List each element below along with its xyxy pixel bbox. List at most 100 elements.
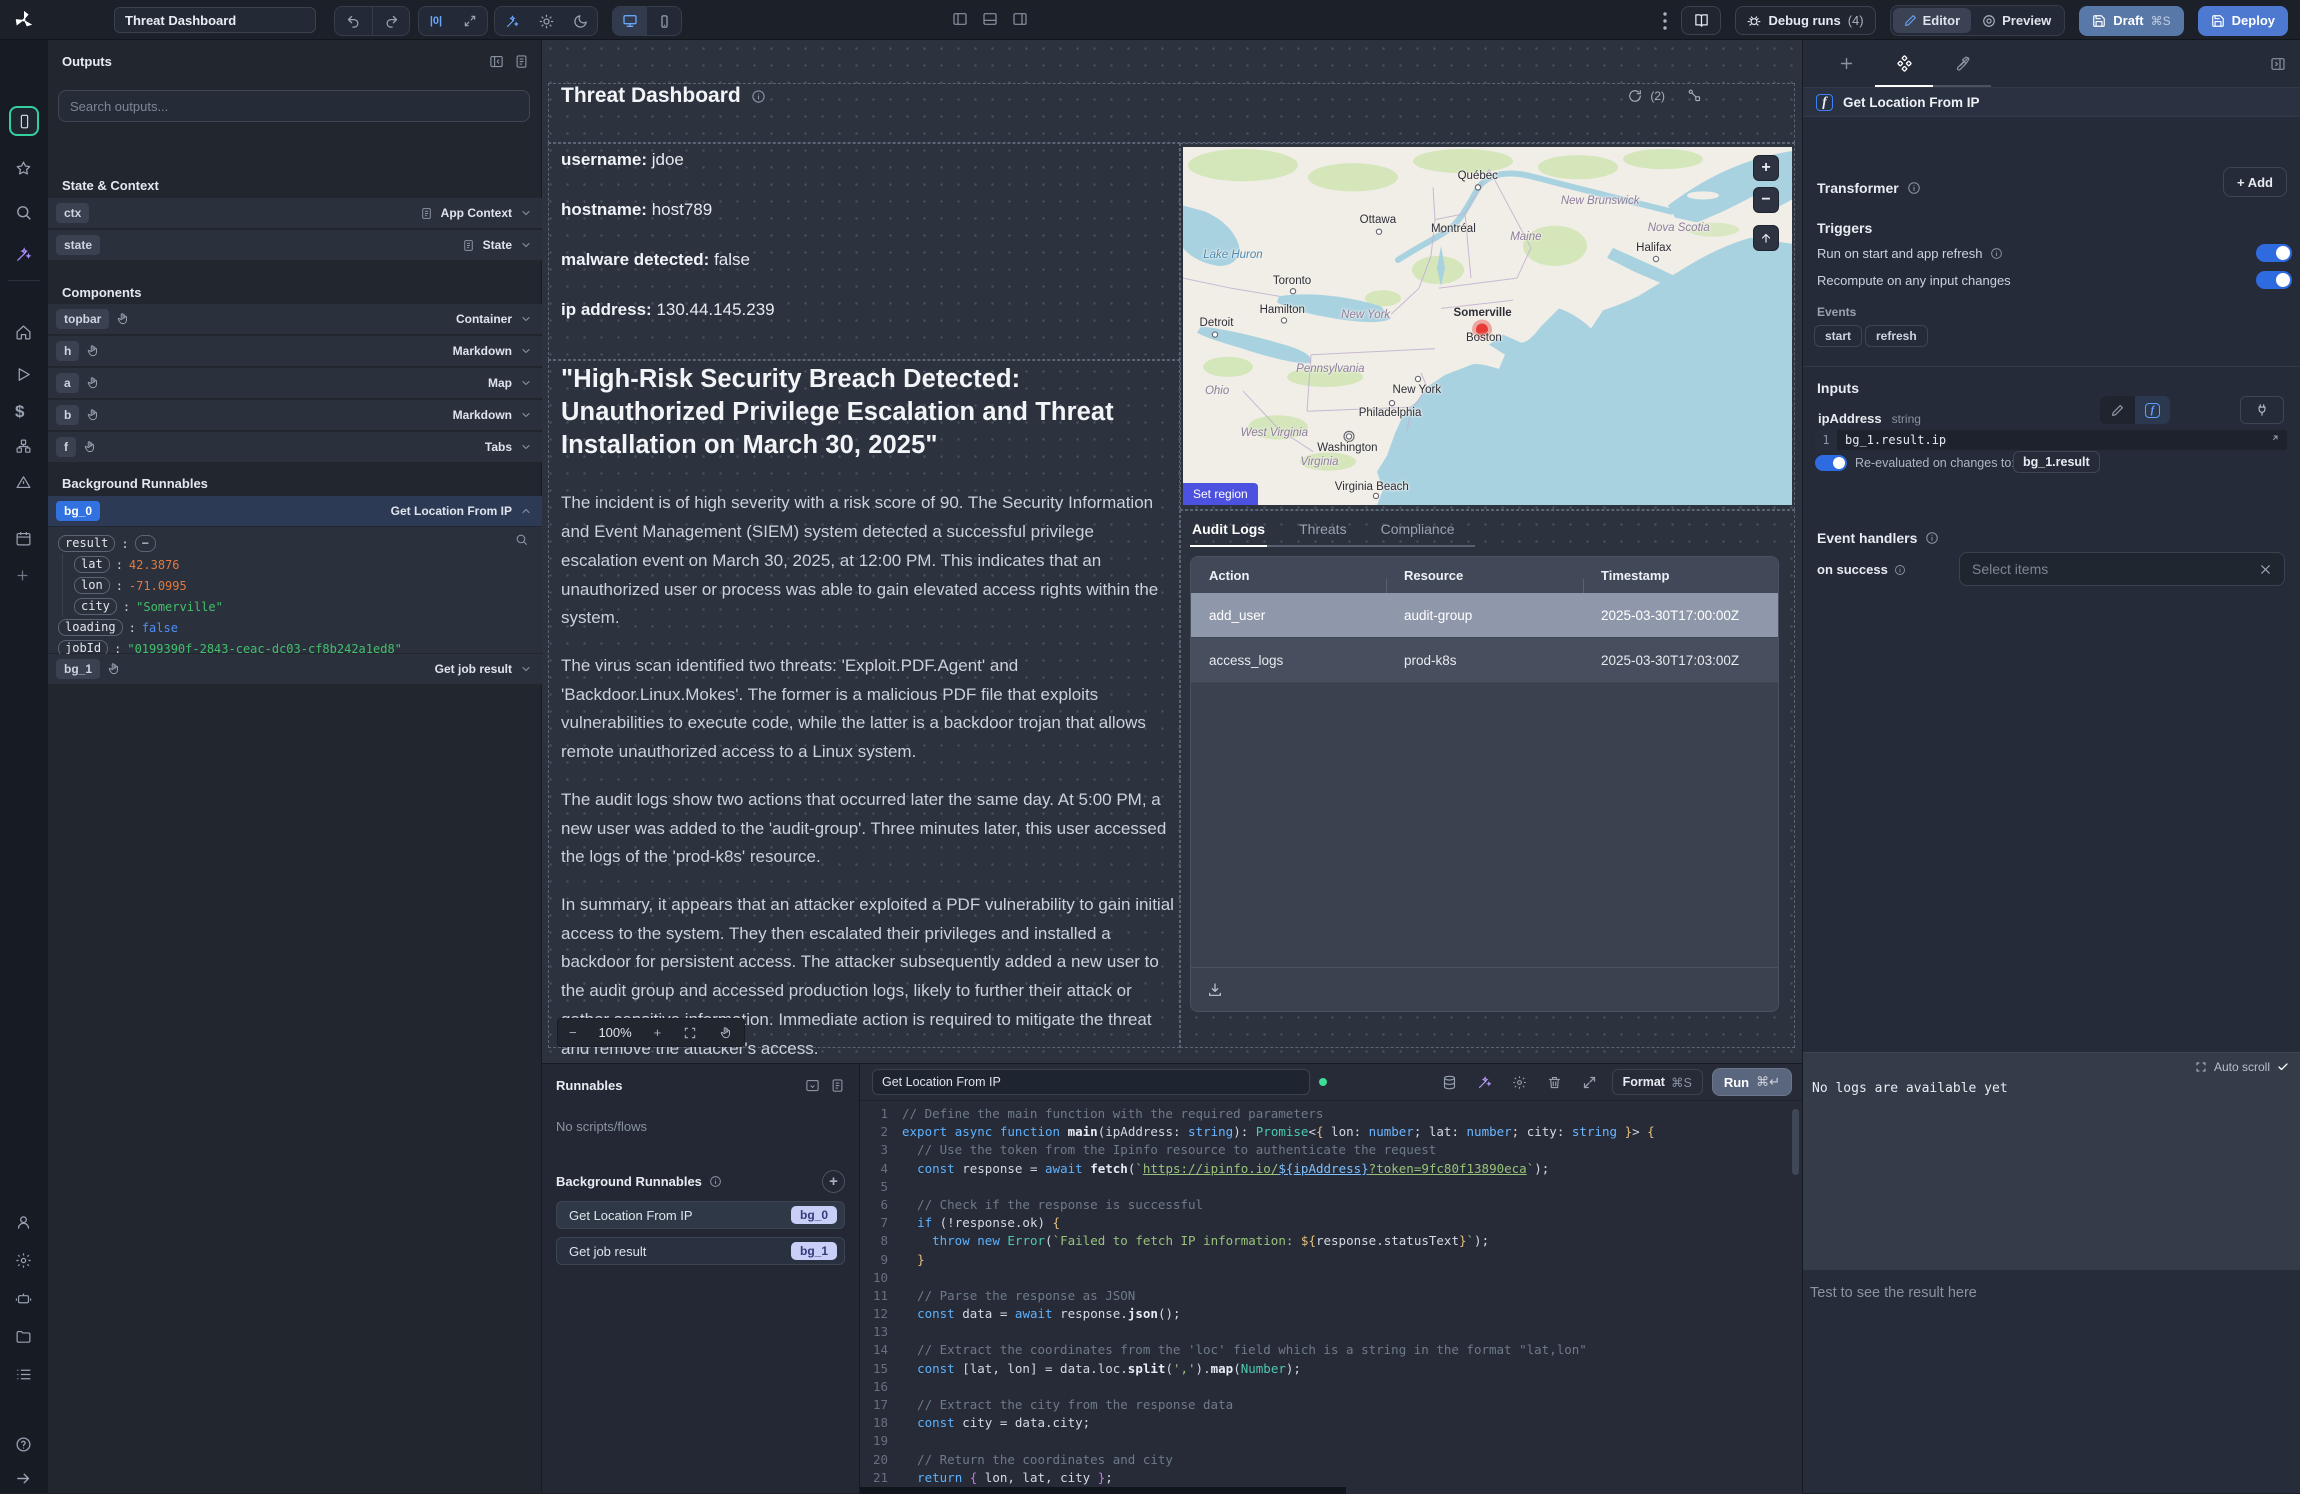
zoom-out-button[interactable]: − [569,1025,577,1040]
help-icon[interactable] [15,1436,32,1453]
output-row-state[interactable]: state State [48,230,542,261]
eval-function-icon[interactable]: f [2135,396,2170,424]
add-transformer-button[interactable]: + Add [2223,167,2287,197]
editor-scrollbar[interactable] [1792,1109,1799,1175]
tab-styling-brush-icon[interactable] [1933,40,1991,87]
map-locate-button[interactable] [1753,225,1779,251]
autoscroll-check-icon[interactable] [2277,1061,2289,1073]
format-button[interactable]: Format⌘S [1612,1069,1703,1095]
info-icon[interactable] [1925,531,1939,545]
runs-nav-icon[interactable] [15,366,32,383]
run-on-start-toggle[interactable] [2256,244,2292,262]
chevron-down-icon[interactable] [520,207,532,219]
download-icon[interactable] [1207,982,1223,998]
toggle-bottom-panel-icon[interactable] [982,11,998,27]
add-background-runnable-button[interactable]: + [822,1170,845,1193]
chevron-down-icon[interactable] [520,239,532,251]
json-key-loading[interactable]: loading [58,619,123,636]
auto-theme-icon[interactable] [495,7,529,35]
info-icon[interactable] [751,89,766,104]
chevron-down-icon[interactable] [520,313,532,325]
windmill-logo-icon[interactable] [13,9,35,31]
pan-hand-icon[interactable] [719,1026,733,1040]
ai-assistant-icon[interactable] [15,1290,32,1307]
expand-logs-icon[interactable] [2195,1061,2207,1073]
table-row[interactable]: access_logs prod-k8s 2025-03-30T17:03:00… [1191,638,1778,683]
component-row-h[interactable]: h Markdown [48,336,542,367]
runnable-name-input[interactable] [872,1069,1310,1095]
search-outputs-input[interactable] [58,90,530,122]
collapse-right-panel-icon[interactable] [2270,56,2286,72]
input-expression-editor[interactable]: 1 bg_1.result.ip [1815,430,2287,450]
more-menu-icon[interactable] [1663,12,1667,30]
schedules-nav-icon[interactable] [15,530,32,547]
json-search-icon[interactable] [515,533,528,546]
desktop-view-icon[interactable] [613,7,647,35]
chevron-down-icon[interactable] [520,345,532,357]
favorites-icon[interactable] [15,160,32,177]
expand-editor-icon[interactable] [1577,1075,1603,1090]
reeval-badge[interactable]: bg_1.result [2013,451,2100,473]
component-row-a[interactable]: a Map [48,368,542,399]
connections-icon[interactable] [1687,88,1702,103]
undo-button[interactable] [335,7,372,35]
expand-canvas-icon[interactable] [453,7,487,35]
json-key-lat[interactable]: lat [74,556,110,573]
delete-trash-icon[interactable] [1542,1075,1568,1090]
search-icon[interactable] [15,204,32,221]
set-region-button[interactable]: Set region [1183,483,1258,505]
redo-button[interactable] [372,7,409,35]
fit-view-icon[interactable] [683,1026,697,1040]
deploy-button[interactable]: Deploy [2198,6,2288,36]
settings-gear-icon[interactable] [15,1252,32,1269]
static-pencil-icon[interactable] [2100,396,2135,424]
light-theme-icon[interactable] [529,7,563,35]
runnable-item-bg1[interactable]: Get job result bg_1 [556,1237,845,1265]
chevron-down-icon[interactable] [520,663,532,675]
cache-database-icon[interactable] [1437,1075,1463,1090]
expression-value[interactable]: bg_1.result.ip [1837,433,1946,447]
event-badge-refresh[interactable]: refresh [1865,325,1928,347]
tab-component-settings-icon[interactable] [1875,40,1933,87]
tab-insert-plus-icon[interactable] [1817,40,1875,87]
clear-select-icon[interactable] [2259,563,2272,576]
chevron-down-icon[interactable] [520,377,532,389]
json-key-city[interactable]: city [74,598,117,615]
settings-gear-icon[interactable] [1507,1075,1533,1090]
variables-nav-icon[interactable]: $ [15,402,24,422]
info-icon[interactable] [1990,247,2003,260]
mobile-view-icon[interactable] [647,7,681,35]
component-row-b[interactable]: b Markdown [48,400,542,431]
draft-button[interactable]: Draft⌘S [2079,6,2183,36]
app-title-input[interactable]: Threat Dashboard [114,7,316,33]
apps-nav-icon[interactable] [9,106,39,136]
info-icon[interactable] [709,1175,722,1188]
bg0-output-row[interactable]: bg_0 Get Location From IP [48,496,542,527]
alerts-nav-icon[interactable] [15,474,32,491]
component-row-f[interactable]: f Tabs [48,432,542,463]
on-success-select[interactable]: Select items [1959,552,2285,586]
code-editor[interactable]: 1// Define the main function with the re… [860,1105,1790,1494]
output-row-ctx[interactable]: ctx App Context [48,198,542,229]
ai-wand-icon[interactable] [15,246,32,263]
collapse-rail-icon[interactable] [15,1470,32,1487]
chevron-up-icon[interactable] [520,505,532,517]
tab-compliance[interactable]: Compliance [1379,515,1457,545]
outputs-doc-icon[interactable] [514,54,529,69]
dark-theme-icon[interactable] [563,7,597,35]
autoscroll-label[interactable]: Auto scroll [2214,1060,2270,1074]
refresh-app-icon[interactable] [1628,89,1642,103]
collapse-node-button[interactable]: − [135,535,156,552]
resources-nav-icon[interactable] [15,438,32,455]
debug-runs-button[interactable]: Debug runs (4) [1735,6,1875,35]
component-bounds-icon[interactable]: |0| [419,7,453,35]
chevron-down-icon[interactable] [520,441,532,453]
folders-icon[interactable] [15,1328,32,1345]
recompute-toggle[interactable] [2256,271,2292,289]
connect-plug-icon[interactable] [2240,396,2284,424]
home-nav-icon[interactable] [15,324,32,341]
tab-threats[interactable]: Threats [1297,515,1348,545]
map-component[interactable]: QuébecOttawaMontréalNew BrunswickNova Sc… [1183,147,1792,505]
app-canvas[interactable]: Threat Dashboard (2) username: jdoe host… [542,40,1802,1063]
expand-expression-icon[interactable] [2267,434,2287,446]
